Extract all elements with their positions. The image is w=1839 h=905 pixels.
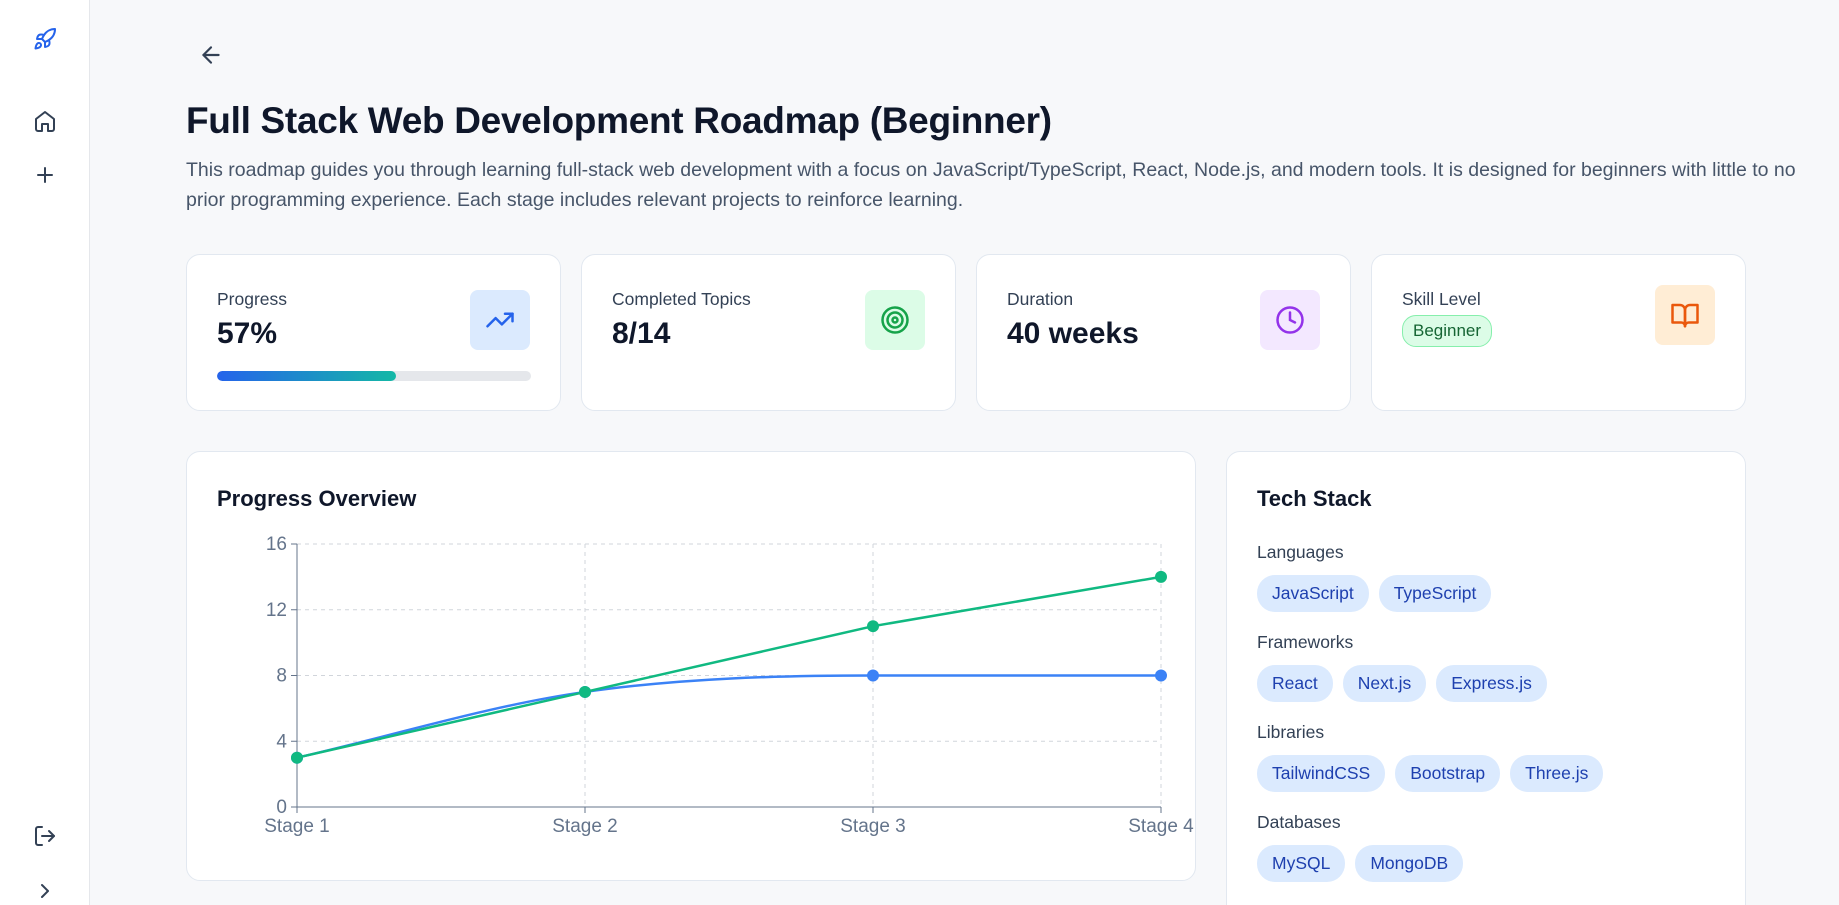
tech-group-label: Libraries xyxy=(1257,722,1325,742)
progress-bar xyxy=(217,371,531,381)
tech-pill: React xyxy=(1257,665,1333,702)
logout-icon[interactable] xyxy=(28,819,62,853)
tech-pill-row: JavaScript TypeScript xyxy=(1257,575,1492,612)
back-button[interactable] xyxy=(194,38,228,72)
skill-level-label: Skill Level xyxy=(1402,289,1481,309)
tech-pill: Next.js xyxy=(1342,665,1427,702)
tech-pill: MongoDB xyxy=(1355,845,1464,882)
plus-icon[interactable] xyxy=(28,158,62,192)
tech-pill: MySQL xyxy=(1257,845,1346,882)
skill-level-badge: Beginner xyxy=(1402,315,1493,347)
series-2-point xyxy=(291,751,303,764)
tech-group-label: Languages xyxy=(1257,542,1344,562)
completed-topics-label: Completed Topics xyxy=(612,289,751,309)
series-1-point xyxy=(867,669,879,682)
y-tick-label: 16 xyxy=(266,534,287,555)
y-tick-label: 4 xyxy=(276,731,287,752)
completed-topics-value: 8/14 xyxy=(612,317,671,350)
duration-value: 40 weeks xyxy=(1007,317,1139,350)
page-description: This roadmap guides you through learning… xyxy=(186,159,1796,211)
book-open-icon xyxy=(1655,285,1715,345)
sidebar xyxy=(0,0,90,905)
trending-up-icon xyxy=(470,290,530,350)
series-line-2 xyxy=(296,575,1162,759)
x-tick-label: Stage 4 xyxy=(1128,816,1194,837)
tech-pill: Three.js xyxy=(1510,755,1604,792)
x-tick-label: Stage 1 xyxy=(264,816,330,837)
page-title: Full Stack Web Development Roadmap (Begi… xyxy=(186,100,1052,141)
series-1-point xyxy=(1155,669,1167,682)
y-tick-label: 12 xyxy=(266,600,287,621)
tech-pill: JavaScript xyxy=(1257,575,1369,612)
duration-label: Duration xyxy=(1007,289,1074,309)
tech-stack-panel: Tech Stack Languages JavaScript TypeScript… xyxy=(1226,451,1746,905)
y-tick-label: 8 xyxy=(276,666,287,687)
home-icon[interactable] xyxy=(28,104,62,138)
x-tick-label: Stage 3 xyxy=(840,816,906,837)
tech-group-label: Frameworks xyxy=(1257,632,1354,652)
main-content: Full Stack Web Development Roadmap (Begi… xyxy=(90,0,1839,905)
series-line-1 xyxy=(296,674,1161,759)
chevron-right-icon[interactable] xyxy=(28,874,62,905)
progress-bar-fill xyxy=(217,371,396,381)
progress-label: Progress xyxy=(217,289,288,309)
completed-topics-card: Completed Topics 8/14 xyxy=(581,254,956,411)
tech-pill: Express.js xyxy=(1436,665,1547,702)
progress-card: Progress 57% xyxy=(186,254,561,411)
tech-pill-row: React Next.js Express.js xyxy=(1257,665,1547,702)
rocket-icon[interactable] xyxy=(28,22,62,56)
tech-pill: TailwindCSS xyxy=(1257,755,1386,792)
tech-pill: TypeScript xyxy=(1378,575,1492,612)
progress-overview-panel: Progress Overview 0 4 8 12 16 Stage 1 Stage 2S… xyxy=(186,451,1196,881)
duration-card: Duration 40 weeks xyxy=(976,254,1351,411)
series-2-point xyxy=(1155,570,1167,583)
clock-icon xyxy=(1260,290,1320,350)
skill-level-card: Skill Level Beginner xyxy=(1371,254,1746,411)
x-tick-label: Stage 2 xyxy=(552,816,618,837)
tech-stack-title: Tech Stack xyxy=(1257,486,1372,511)
tech-pill-row: TailwindCSS Bootstrap Three.js xyxy=(1257,755,1604,792)
y-tick-label: 0 xyxy=(276,797,287,818)
arrow-left-icon xyxy=(202,46,220,64)
tech-group-label: Databases xyxy=(1257,812,1341,832)
progress-value: 57% xyxy=(217,317,278,350)
series-2-point xyxy=(867,620,879,633)
series-2-point xyxy=(579,685,591,698)
progress-chart: 0 4 8 12 16 Stage 1 Stage 2 Stage 3 Stage 4 xyxy=(264,534,1194,837)
tech-pill-row: MySQL MongoDB xyxy=(1257,845,1464,882)
target-icon xyxy=(865,290,925,350)
tech-pill: Bootstrap xyxy=(1395,755,1501,792)
